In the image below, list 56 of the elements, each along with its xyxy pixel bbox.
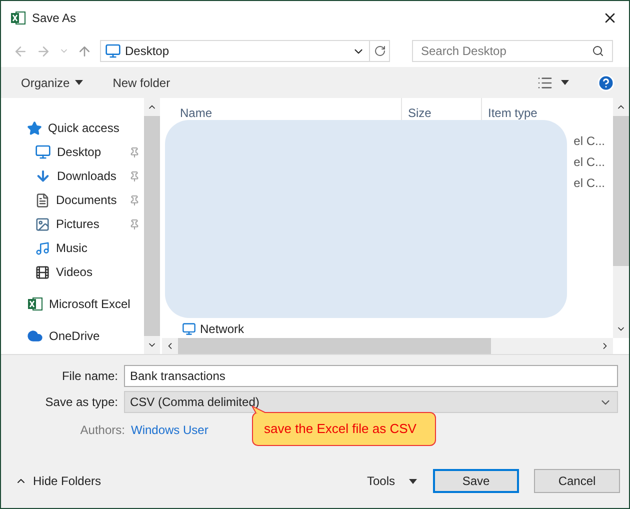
pin-icon[interactable] — [129, 194, 140, 206]
download-icon — [35, 168, 51, 184]
table-cell-text: el C... — [574, 133, 605, 150]
address-bar[interactable]: Desktop — [100, 40, 390, 62]
address-text: Desktop — [125, 43, 170, 60]
file-name-field[interactable]: Bank transactions — [124, 365, 618, 387]
nav-item[interactable]: Pictures — [1, 212, 144, 236]
monitor-icon — [105, 43, 121, 59]
table-cell-text: el C... — [574, 154, 605, 171]
view-icon[interactable] — [537, 74, 553, 90]
film-icon — [35, 264, 50, 280]
new-folder-button[interactable]: New folder — [112, 74, 170, 92]
nav-item[interactable]: Documents — [1, 188, 144, 212]
pin-icon[interactable] — [129, 146, 140, 158]
table-cell-text: el C... — [574, 175, 605, 192]
picture-icon — [35, 216, 50, 232]
search-icon[interactable] — [592, 45, 604, 57]
organize-button[interactable]: Organize — [21, 74, 83, 92]
file-type-dropdown[interactable]: CSV (Comma delimited) — [124, 391, 618, 413]
nav-item[interactable]: Desktop — [1, 140, 144, 164]
scrollbar[interactable] — [613, 98, 629, 338]
excel-icon — [27, 296, 43, 312]
refresh-icon — [374, 45, 386, 57]
window-title: Save As — [32, 10, 76, 27]
horizontal-scrollbar[interactable] — [162, 338, 613, 354]
star-icon — [27, 120, 42, 136]
nav-item[interactable]: Music — [1, 236, 144, 260]
music-note-icon — [35, 240, 50, 256]
nav-item[interactable]: Quick access — [1, 116, 144, 140]
pin-icon[interactable] — [129, 170, 140, 182]
nav-item[interactable]: OneDrive — [1, 324, 144, 348]
monitor-icon — [35, 144, 51, 160]
save-button[interactable]: Save — [433, 469, 519, 493]
nav-item[interactable]: Videos — [1, 260, 144, 284]
up-icon[interactable] — [77, 44, 92, 58]
nav-item[interactable]: Downloads — [1, 164, 144, 188]
cancel-button[interactable]: Cancel — [534, 469, 620, 493]
scrollbar[interactable] — [144, 98, 160, 354]
search-field[interactable]: Search Desktop — [412, 40, 613, 62]
pin-icon[interactable] — [129, 218, 140, 230]
app-icon — [10, 10, 26, 26]
field-label: File name: — [60, 368, 119, 385]
field-label: Save as type: — [44, 394, 119, 411]
cloud-icon — [27, 328, 43, 344]
callout: save the Excel file as CSV — [252, 412, 436, 446]
column-header[interactable]: Item type — [482, 98, 613, 124]
document-icon — [35, 192, 50, 208]
tools-button[interactable]: Tools — [366, 472, 417, 490]
help-icon[interactable] — [597, 74, 615, 92]
monitor-icon — [182, 322, 196, 336]
caret-icon[interactable] — [561, 80, 569, 85]
field-label: Authors: — [79, 422, 126, 439]
hide-folders-button[interactable]: Hide Folders — [15, 472, 102, 490]
list-item[interactable]: Network — [162, 320, 244, 338]
nav-item[interactable]: Microsoft Excel — [1, 292, 144, 316]
authors-link[interactable]: Windows User — [131, 421, 208, 439]
